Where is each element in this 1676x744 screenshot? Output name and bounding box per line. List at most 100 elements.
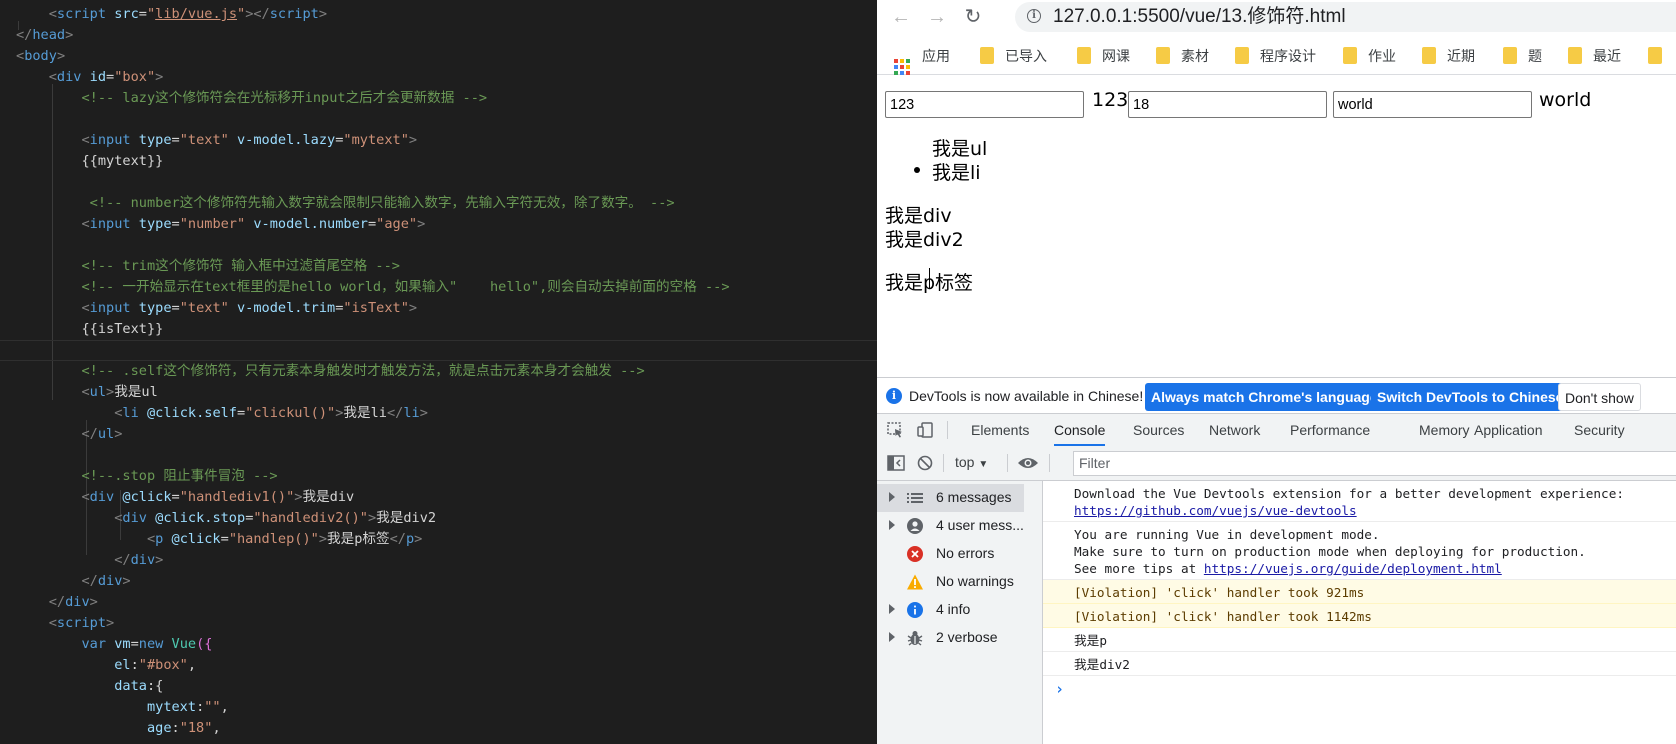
console-messages[interactable]: Download the Vue Devtools extension for … [1043, 481, 1676, 744]
code-token: div [56, 69, 82, 85]
code-token: , [212, 720, 221, 736]
sidebar-filter-item[interactable]: 2 verbose [877, 624, 1042, 652]
code-token: <!-- .self这个修饰符，只有元素本身触发时才触发方法，就是点击元素本身才… [16, 363, 645, 379]
console-link[interactable]: https://vuejs.org/guide/deployment.html [1204, 561, 1502, 576]
code-line: <!-- 一开始显示在text框里的是hello world，如果输入" hel… [16, 277, 729, 298]
always-match-language-button[interactable]: Always match Chrome's language [1145, 383, 1384, 411]
back-arrow-icon[interactable]: ← [889, 5, 913, 29]
list-icon [907, 490, 923, 506]
age-number-input[interactable] [1128, 91, 1327, 118]
code-token: < [16, 384, 90, 400]
code-token: var [16, 636, 107, 652]
eye-icon[interactable] [1017, 456, 1039, 470]
switch-to-chinese-button[interactable]: Switch DevTools to Chinese [1371, 383, 1570, 411]
code-token: "handlediv1()" [179, 489, 295, 505]
code-token: < [16, 216, 90, 232]
code-token: </ [16, 552, 131, 568]
code-token: src [106, 6, 139, 22]
code-line: <!--.stop 阻止事件冒泡 --> [16, 466, 277, 487]
code-token: = [130, 636, 139, 652]
infobar-message: DevTools is now available in Chinese! [909, 388, 1144, 404]
console-link[interactable]: https://github.com/vuejs/vue-devtools [1074, 503, 1357, 518]
code-token: id [81, 69, 107, 85]
dont-show-again-button[interactable]: Don't show [1558, 383, 1641, 411]
filter-placeholder: Filter [1079, 455, 1111, 471]
sidebar-filter-item[interactable]: No warnings [877, 568, 1042, 596]
tab-memory[interactable]: Memory [1419, 414, 1470, 446]
tab-security[interactable]: Security [1574, 414, 1625, 446]
tab-performance[interactable]: Performance [1290, 414, 1370, 446]
code-token: "" [204, 699, 221, 715]
url-text: 127.0.0.1:5500/vue/13.修饰符.html [1053, 6, 1346, 27]
reload-icon[interactable]: ↻ [961, 5, 985, 29]
code-token: div [97, 573, 123, 589]
bookmark-folder[interactable]: 素材 [1156, 46, 1209, 68]
code-token: "18" [179, 720, 213, 736]
bookmark-folder[interactable]: 最近 [1568, 46, 1621, 68]
forward-arrow-icon[interactable]: → [925, 5, 949, 29]
istext-output: world [1539, 89, 1592, 111]
bookmark-folder[interactable]: 题 [1503, 46, 1542, 68]
code-line: <script src="lib/vue.js"></script> [16, 4, 327, 25]
code-token: "handlep()" [228, 531, 319, 547]
code-token: > [122, 573, 131, 589]
expand-arrow-icon[interactable] [889, 604, 895, 614]
expand-arrow-icon[interactable] [889, 632, 895, 642]
code-token: :{ [146, 678, 164, 694]
code-token: v-model.lazy [228, 132, 336, 148]
code-token: head [32, 27, 66, 43]
message-line: [Violation] 'click' handler took 1142ms [1074, 609, 1372, 624]
bookmark-folder[interactable] [1648, 46, 1673, 68]
code-token: div [130, 552, 156, 568]
address-bar[interactable]: i 127.0.0.1:5500/vue/13.修饰符.html [1015, 2, 1676, 32]
code-token: li [122, 405, 139, 421]
code-token: div [65, 594, 90, 610]
bookmark-folder[interactable]: 已导入 [980, 46, 1047, 68]
sidebar-filter-item[interactable]: 6 messages [877, 484, 1024, 512]
div2-text[interactable]: 我是div2 [885, 225, 964, 252]
code-token: <!-- trim这个修饰符 输入框中过滤首尾空格 --> [16, 258, 400, 274]
bookmark-folder[interactable]: 近期 [1422, 46, 1475, 68]
bookmark-label: 网课 [1102, 49, 1130, 65]
folder-icon [1648, 47, 1662, 64]
code-token: </ [16, 573, 98, 589]
show-sidebar-icon[interactable] [887, 455, 905, 471]
ul-text[interactable]: 我是ul [932, 134, 987, 161]
tab-sources[interactable]: Sources [1133, 414, 1184, 446]
context-selector[interactable]: top ▼ [955, 454, 988, 470]
code-line: <!-- .self这个修饰符，只有元素本身触发时才触发方法，就是点击元素本身才… [16, 361, 645, 382]
code-token: > [56, 48, 66, 64]
lazy-text-input[interactable] [885, 91, 1084, 118]
sidebar-filter-item[interactable]: 4 info [877, 596, 1042, 624]
inspect-element-icon[interactable] [887, 422, 905, 438]
bookmark-label: 素材 [1181, 49, 1209, 65]
tab-console[interactable]: Console [1054, 414, 1106, 446]
bookmark-folder[interactable]: 作业 [1343, 46, 1396, 68]
code-token: < [16, 132, 90, 148]
code-token: type [130, 216, 172, 232]
div-text[interactable]: 我是div [885, 201, 952, 228]
bookmark-folder[interactable]: 程序设计 [1235, 46, 1316, 68]
trim-text-input[interactable] [1333, 91, 1532, 118]
bookmark-folder[interactable]: 网课 [1077, 46, 1130, 68]
code-token: = [106, 69, 115, 85]
tab-network[interactable]: Network [1209, 414, 1260, 446]
site-info-icon[interactable]: i [1027, 9, 1041, 23]
console-prompt-icon[interactable]: › [1055, 680, 1064, 698]
code-token: < [16, 405, 123, 421]
code-editor[interactable]: <script src="lib/vue.js"></script> </ head… [0, 0, 877, 744]
sidebar-filter-item[interactable]: No errors [877, 540, 1042, 568]
expand-arrow-icon[interactable] [889, 492, 895, 502]
filter-input[interactable]: Filter [1073, 451, 1676, 476]
sidebar-filter-item[interactable]: 4 user mess... [877, 512, 1042, 540]
clear-console-icon[interactable] [917, 455, 933, 471]
expand-arrow-icon[interactable] [889, 520, 895, 530]
bookmark-apps[interactable]: 应用 [894, 46, 950, 75]
li-item[interactable]: 我是li [932, 158, 981, 185]
tab-application[interactable]: Application [1474, 414, 1543, 446]
device-toolbar-icon[interactable] [917, 422, 935, 438]
code-token: 我是div [302, 489, 355, 505]
code-line: </ul> [16, 424, 122, 445]
tab-elements[interactable]: Elements [971, 414, 1029, 446]
code-line: </div> [16, 571, 131, 592]
